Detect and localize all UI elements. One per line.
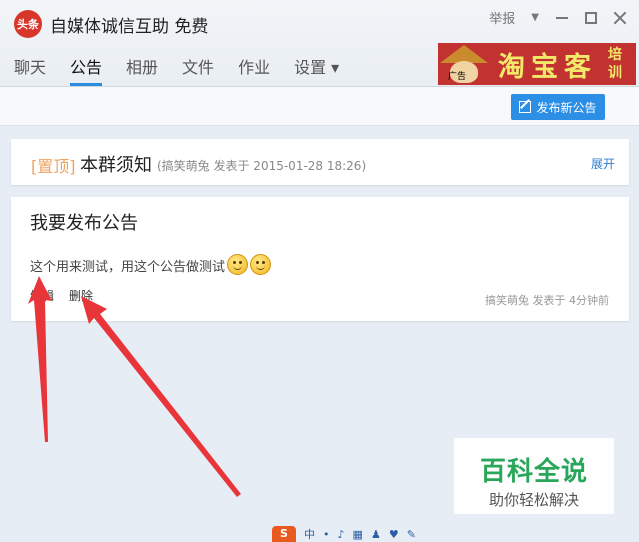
- close-icon[interactable]: [613, 11, 627, 25]
- title-bar: 头条 自媒体诚信互助 免费 举报 ▼ 聊天 公告 相册 文件 作业 设置 ▾ 广…: [0, 0, 639, 87]
- expand-link[interactable]: 展开: [591, 155, 615, 172]
- watermark-sub: 助你轻松解决: [488, 491, 579, 509]
- ad-mascot-icon: 广告: [438, 43, 490, 85]
- ime-punct-icon[interactable]: •: [323, 528, 330, 541]
- ad-side-text: 培训: [608, 47, 622, 81]
- ime-skin-icon[interactable]: ♥: [389, 528, 399, 541]
- edit-icon: [519, 101, 532, 113]
- maximize-icon[interactable]: [585, 11, 597, 24]
- ad-banner[interactable]: 广告 淘宝客 培训: [438, 43, 636, 85]
- pinned-tag: [置顶]: [31, 157, 76, 176]
- ime-mic-icon[interactable]: ♪: [338, 528, 345, 541]
- app-logo: 头条: [14, 10, 42, 38]
- ime-tools-icon[interactable]: ✎: [407, 528, 416, 541]
- arrow-to-delete: [81, 296, 241, 497]
- notice-toolbar: 发布新公告: [0, 87, 639, 126]
- window-controls: 举报 ▼: [489, 8, 627, 27]
- watermark-main: 百科全说: [479, 457, 588, 487]
- report-button[interactable]: 举报: [489, 8, 515, 27]
- tab-settings[interactable]: 设置 ▾: [294, 54, 339, 84]
- notice-body: 这个用来测试，用这个公告做测试: [30, 254, 272, 275]
- ime-keyboard-icon[interactable]: ▦: [353, 528, 363, 541]
- tab-announcements[interactable]: 公告: [70, 54, 103, 86]
- notice-meta: 搞笑萌兔 发表于 4分钟前: [485, 294, 609, 307]
- pinned-notice-title: 本群须知: [80, 155, 152, 176]
- ad-text: 淘宝客: [498, 51, 597, 83]
- smiley-emoji-icon: [250, 254, 272, 275]
- pinned-notice-card: [置顶] 本群须知 (搞笑萌兔 发表于 2015-01-28 18:26) 展开: [11, 139, 629, 185]
- publish-notice-label: 发布新公告: [536, 100, 597, 115]
- ad-tag: 广告: [448, 72, 467, 82]
- notice-card: 我要发布公告 这个用来测试，用这个公告做测试 编辑 删除 搞笑萌兔 发表于 4分…: [11, 197, 629, 321]
- ime-toolbar: S 中 • ♪ ▦ ♟ ♥ ✎: [272, 526, 416, 542]
- tab-homework[interactable]: 作业: [238, 54, 270, 84]
- notice-body-text: 这个用来测试，用这个公告做测试: [30, 260, 226, 275]
- notice-title: 我要发布公告: [30, 213, 138, 234]
- tab-chat[interactable]: 聊天: [14, 54, 46, 84]
- pinned-notice-meta: (搞笑萌兔 发表于 2015-01-28 18:26): [157, 159, 367, 173]
- tab-album[interactable]: 相册: [126, 54, 158, 84]
- chevron-down-icon[interactable]: ▼: [531, 12, 539, 23]
- edit-notice-link[interactable]: 编辑: [30, 287, 54, 304]
- window-title: 自媒体诚信互助 免费: [50, 17, 209, 37]
- smiley-emoji-icon: [227, 254, 249, 275]
- watermark: 百科全说 助你轻松解决: [454, 438, 614, 514]
- ime-user-icon[interactable]: ♟: [371, 528, 381, 541]
- minimize-icon[interactable]: [555, 11, 569, 25]
- tab-files[interactable]: 文件: [182, 54, 214, 84]
- tab-bar: 聊天 公告 相册 文件 作业 设置 ▾: [14, 54, 339, 86]
- publish-notice-button[interactable]: 发布新公告: [511, 94, 605, 120]
- delete-notice-link[interactable]: 删除: [69, 287, 93, 304]
